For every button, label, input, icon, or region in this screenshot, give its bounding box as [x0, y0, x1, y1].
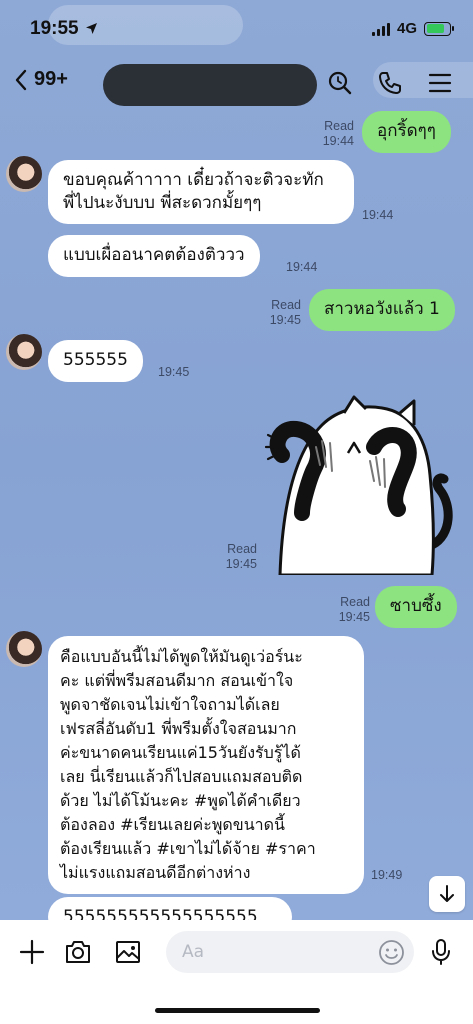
message-input[interactable]	[166, 931, 414, 973]
message-meta: Read 19:45	[221, 542, 257, 572]
message-text: สาวหอวังแล้ว 1	[324, 299, 440, 319]
home-indicator	[155, 1008, 320, 1013]
message-bubble-outgoing[interactable]: สาวหอวังแล้ว 1	[309, 289, 455, 331]
message-text: ขอบคุณค้าาาาา เดี๋ยวถ้าจะติวจะทัก พี่ไปน…	[63, 170, 324, 213]
crying-cat-sticker[interactable]	[262, 395, 467, 575]
message-text: 555555	[63, 350, 128, 370]
arrow-down-icon	[440, 885, 454, 902]
menu-button[interactable]	[425, 68, 455, 98]
message-meta: Read 19:45	[334, 595, 370, 625]
status-indicators: 4G	[371, 20, 454, 37]
message-meta: Read 19:44	[318, 119, 354, 149]
message-meta: Read 19:45	[265, 298, 301, 328]
chevron-left-icon	[15, 69, 27, 90]
back-button[interactable]: 99+	[14, 68, 68, 91]
message-time: 19:45	[158, 365, 190, 379]
read-status: Read	[340, 595, 370, 609]
battery-icon	[424, 21, 454, 36]
search-button[interactable]	[325, 68, 355, 98]
signal-icon	[371, 22, 390, 36]
chat-name-redacted[interactable]	[103, 64, 317, 106]
call-button[interactable]	[375, 68, 405, 98]
smiley-icon[interactable]	[378, 939, 405, 966]
message-bubble-incoming[interactable]: 555555	[48, 340, 143, 382]
chat-header: 99+	[0, 56, 473, 114]
status-time: 19:55	[30, 18, 79, 39]
image-icon	[116, 941, 140, 963]
message-time: 19:44	[286, 260, 318, 274]
message-bubble-outgoing[interactable]: อุกริ้ดๆๆ	[362, 111, 451, 153]
battery-level	[426, 24, 445, 33]
menu-icon	[428, 73, 452, 93]
message-bubble-incoming[interactable]: คือแบบอันนี้ไม่ได้พูดให้มันดูเว่อร์นะ คะ…	[48, 636, 364, 894]
message-time: 19:49	[371, 868, 403, 882]
avatar[interactable]	[6, 156, 42, 192]
message-time: 19:45	[338, 610, 370, 624]
read-status: Read	[227, 542, 257, 556]
microphone-icon	[432, 939, 450, 965]
status-bar: 19:55 4G	[0, 0, 473, 56]
read-status: Read	[324, 119, 354, 133]
message-text: ซาบซึ้ง	[390, 596, 442, 616]
message-text: แบบเผื่ออนาคตต้องติววว	[63, 245, 245, 265]
network-type: 4G	[396, 20, 417, 37]
unread-count: 99+	[34, 68, 68, 90]
camera-icon	[66, 941, 90, 963]
message-time: 19:44	[322, 134, 354, 148]
avatar[interactable]	[6, 334, 42, 370]
message-time: 19:45	[225, 557, 257, 571]
avatar[interactable]	[6, 631, 42, 667]
voice-button[interactable]	[425, 936, 457, 968]
read-status: Read	[271, 298, 301, 312]
message-time: 19:45	[269, 313, 301, 327]
plus-icon	[19, 939, 45, 965]
phone-icon	[379, 72, 401, 94]
message-text: คือแบบอันนี้ไม่ได้พูดให้มันดูเว่อร์นะ คะ…	[60, 647, 316, 882]
message-bubble-incoming[interactable]: ขอบคุณค้าาาาา เดี๋ยวถ้าจะติวจะทัก พี่ไปน…	[48, 160, 354, 224]
location-arrow-icon	[86, 23, 97, 34]
gallery-button[interactable]	[112, 936, 144, 968]
camera-button[interactable]	[62, 936, 94, 968]
add-button[interactable]	[16, 936, 48, 968]
message-text: อุกริ้ดๆๆ	[377, 121, 436, 141]
scroll-to-bottom-button[interactable]	[429, 876, 465, 912]
message-bubble-outgoing[interactable]: ซาบซึ้ง	[375, 586, 457, 628]
search-icon	[328, 71, 352, 95]
message-time: 19:44	[362, 208, 394, 222]
message-bubble-incoming[interactable]: แบบเผื่ออนาคตต้องติววว	[48, 235, 260, 277]
